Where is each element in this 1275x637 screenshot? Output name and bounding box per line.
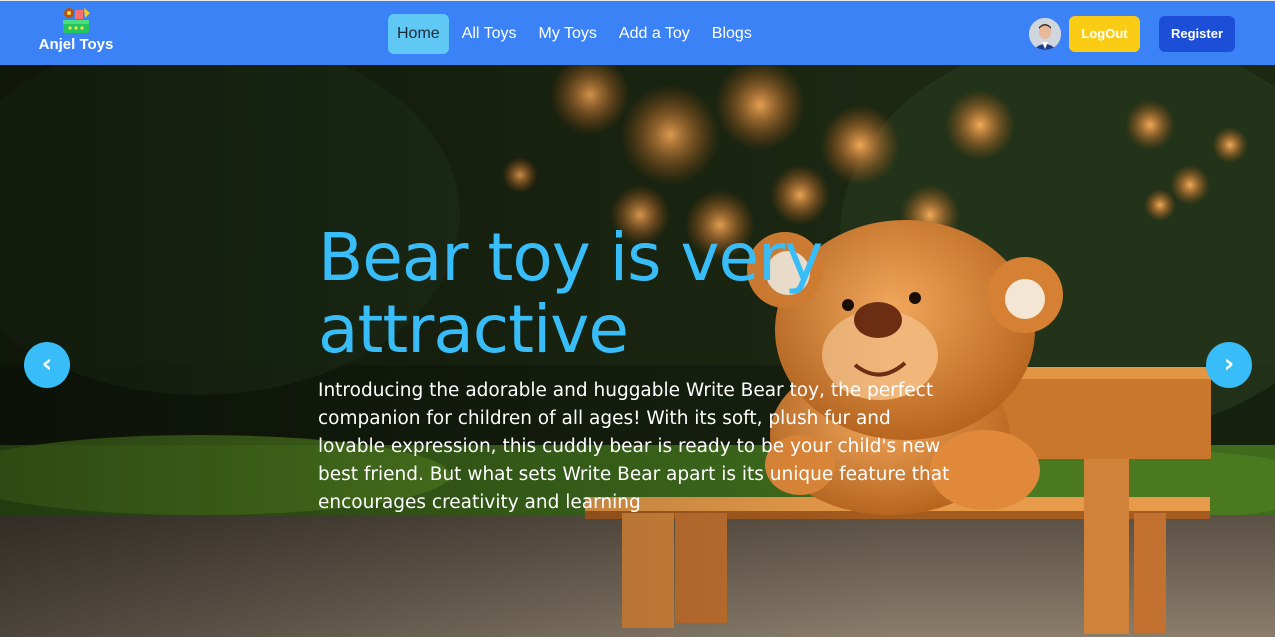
nav-add-toy[interactable]: Add a Toy — [610, 14, 699, 54]
carousel-prev-button[interactable]: ‹ — [24, 342, 70, 388]
nav-all-toys[interactable]: All Toys — [453, 14, 526, 54]
main-nav: Home All Toys My Toys Add a Toy Blogs — [388, 13, 765, 54]
nav-home[interactable]: Home — [388, 13, 449, 54]
avatar-icon — [1029, 18, 1061, 50]
toy-basket-icon — [63, 8, 90, 33]
user-avatar[interactable] — [1029, 18, 1061, 50]
nav-my-toys[interactable]: My Toys — [530, 14, 606, 54]
hero-title: Bear toy is very attractive — [318, 219, 823, 368]
logout-button[interactable]: LogOut — [1069, 16, 1140, 52]
brand-name: Anjel Toys — [38, 36, 114, 53]
chevron-right-icon: › — [1223, 349, 1235, 379]
chevron-left-icon: ‹ — [41, 349, 53, 379]
brand[interactable]: Anjel Toys — [36, 5, 116, 54]
register-button[interactable]: Register — [1159, 16, 1235, 52]
hero-description: Introducing the adorable and huggable Wr… — [318, 380, 950, 513]
hero-carousel: Bear toy is very attractive Introducing … — [0, 65, 1275, 637]
carousel-next-button[interactable]: › — [1206, 342, 1252, 388]
nav-blogs[interactable]: Blogs — [703, 14, 761, 54]
navbar: Anjel Toys Home All Toys My Toys Add a T… — [0, 0, 1275, 65]
